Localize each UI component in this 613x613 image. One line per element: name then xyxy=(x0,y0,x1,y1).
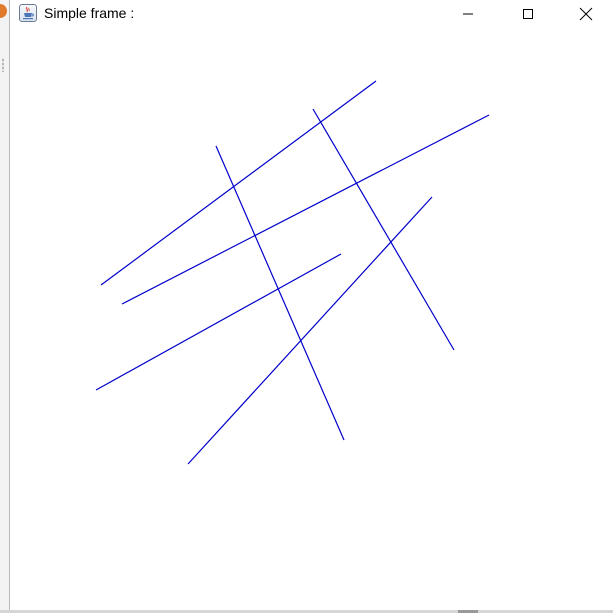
drag-handle-icon xyxy=(2,58,4,72)
drawing-canvas[interactable] xyxy=(10,28,613,610)
desktop-app-icon xyxy=(0,4,7,18)
desktop-background xyxy=(0,0,9,613)
close-button[interactable] xyxy=(563,0,609,28)
app-window: Simple frame : xyxy=(9,0,613,610)
minimize-icon xyxy=(463,13,473,15)
maximize-button[interactable] xyxy=(505,0,551,28)
drawn-line xyxy=(312,108,455,351)
drawn-line xyxy=(95,253,342,391)
minimize-button[interactable] xyxy=(445,0,491,28)
drawn-line xyxy=(215,145,345,441)
drawn-line xyxy=(187,196,433,465)
java-cup-icon[interactable] xyxy=(19,4,37,22)
lines-drawing xyxy=(95,80,490,465)
drawn-line xyxy=(121,114,490,305)
drawn-line xyxy=(100,80,377,286)
close-icon xyxy=(579,7,593,21)
title-bar[interactable]: Simple frame : xyxy=(10,0,613,28)
window-title: Simple frame : xyxy=(44,5,135,21)
maximize-icon xyxy=(523,9,533,19)
